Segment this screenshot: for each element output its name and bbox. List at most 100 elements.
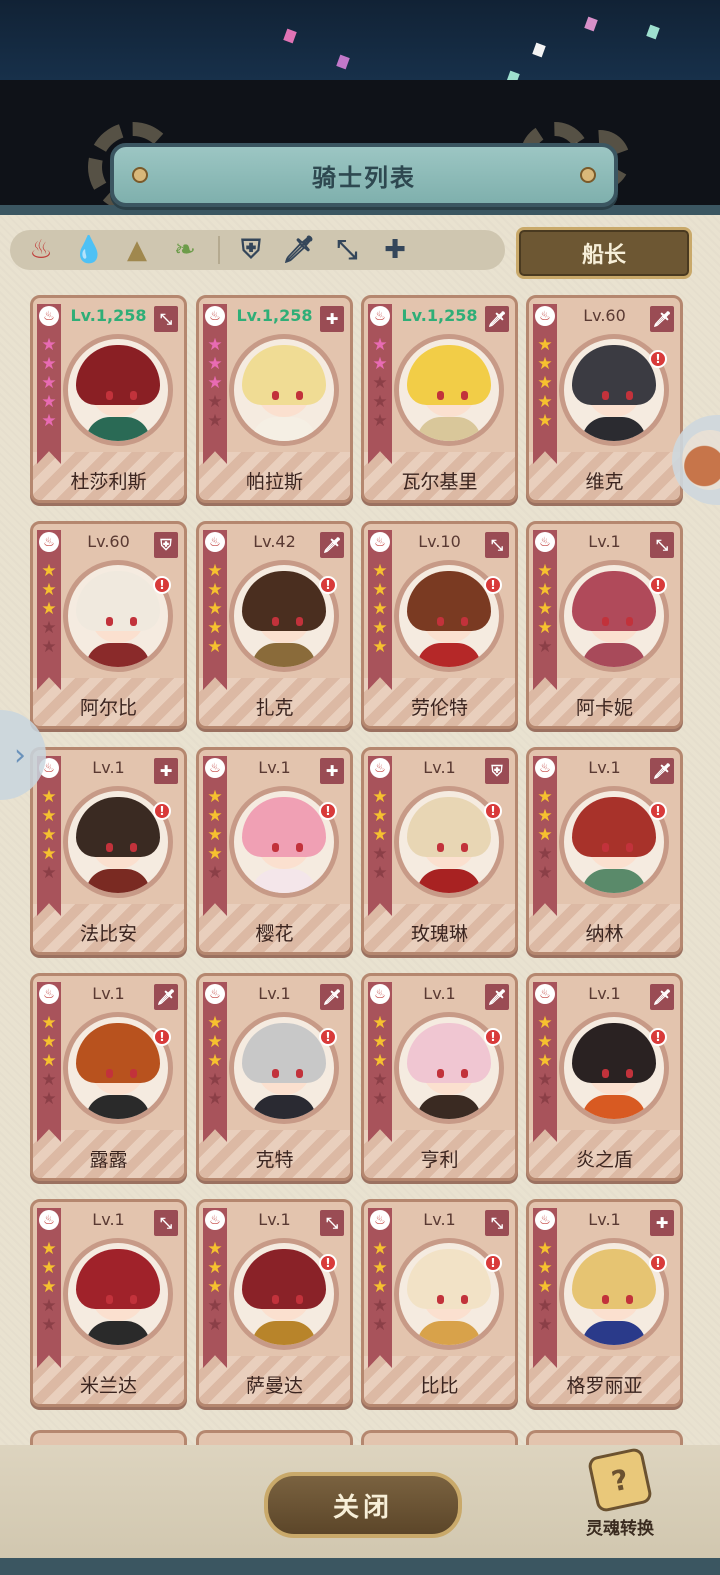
water-element-icon[interactable]: 💧 (72, 233, 106, 267)
star-rating: ★ ★ ★ ★ ★ (205, 1014, 225, 1109)
tank-role-icon[interactable]: ⛨ (234, 233, 268, 267)
notification-badge-icon: ! (649, 802, 667, 820)
knight-card[interactable]: ♨ ★ ★ ★ ★ ★ Lv.1 🗡! 亨利 (361, 973, 518, 1181)
knight-card[interactable]: ♨ ★ ★ ★ ★ ★ Lv.60 ⛨! 阿尔比 (30, 521, 187, 729)
portrait-eye (602, 391, 609, 400)
notification-badge-icon: ! (319, 802, 337, 820)
filter-divider (218, 236, 220, 264)
close-button[interactable]: 关闭 (264, 1472, 462, 1538)
role-icon: ✚ (154, 758, 178, 784)
notification-badge-icon: ! (153, 802, 171, 820)
star-icon: ★ (207, 335, 223, 355)
star-icon: ★ (41, 354, 57, 374)
knight-card[interactable]: ♨ ★ ★ ★ ★ ★ Lv.1 ⤡! 阿卡妮 (526, 521, 683, 729)
knight-card[interactable]: ♨ ★ ★ ★ ★ ★ Lv.1,258 ⤡ 杜莎利斯 (30, 295, 187, 503)
star-icon: ★ (207, 411, 223, 431)
portrait-eye (437, 391, 444, 400)
earth-element-icon[interactable]: ▲ (120, 233, 154, 267)
portrait-body (417, 417, 481, 441)
knight-card[interactable]: ♨ ★ ★ ★ ★ ★ Lv.1 ✚! 法比安 (30, 747, 187, 955)
portrait-body (252, 1095, 316, 1119)
knight-name: 比比 (420, 1375, 459, 1397)
knight-card[interactable]: ♨ ★ ★ ★ ★ ★ Lv.10 ⤡! 劳伦特 (361, 521, 518, 729)
knight-card[interactable]: ♨ ★ ★ ★ ★ ★ Lv.1 ⤡! 比比 (361, 1199, 518, 1407)
role-icon: 🗡 (485, 306, 509, 332)
star-icon: ★ (537, 561, 553, 581)
portrait-hair (407, 1249, 491, 1309)
knight-card[interactable]: ♨ ★ ★ ★ ★ ★ Lv.1,258 🗡 瓦尔基里 (361, 295, 518, 503)
knight-card[interactable]: ♨ ★ ★ ★ ★ ★ Lv.1 ⤡! 萨曼达 (196, 1199, 353, 1407)
star-icon: ★ (41, 1277, 57, 1297)
fire-element-icon[interactable]: ♨ (24, 233, 58, 267)
fire-element-icon: ♨ (205, 532, 225, 552)
portrait-eye (602, 617, 609, 626)
knight-card[interactable]: ♨ ★ ★ ★ ★ ★ Lv.1 ✚! 樱花 (196, 747, 353, 955)
knight-card[interactable]: ♨ ★ ★ ★ ★ ★ Lv.1 🗡! 克特 (196, 973, 353, 1181)
knight-card[interactable]: ♨ ★ ★ ★ ★ ★ Lv.1 ✚! 格罗丽亚 (526, 1199, 683, 1407)
knight-card[interactable]: ♨ ★ ★ ★ ★ ★ Lv.1 🗡! 露露 (30, 973, 187, 1181)
portrait-eye (106, 1295, 113, 1304)
knight-name: 玫瑰琳 (410, 923, 468, 945)
knight-card-partial[interactable] (30, 1430, 187, 1446)
portrait-hair (572, 1023, 656, 1083)
star-icon: ★ (207, 1258, 223, 1278)
knight-level: Lv.1 (588, 532, 621, 551)
knight-level: Lv.1 (423, 1210, 456, 1229)
star-icon: ★ (41, 618, 57, 638)
knight-name: 米兰达 (79, 1375, 137, 1397)
star-icon: ★ (537, 806, 553, 826)
knight-card[interactable]: ♨ ★ ★ ★ ★ ★ Lv.1 🗡! 炎之盾 (526, 973, 683, 1181)
star-icon: ★ (537, 1315, 553, 1335)
star-icon: ★ (207, 354, 223, 374)
portrait-body (252, 643, 316, 667)
knight-name: 法比安 (79, 923, 137, 945)
knight-portrait (229, 334, 339, 446)
portrait-eye (296, 1295, 303, 1304)
star-icon: ★ (207, 637, 223, 657)
fire-element-icon: ♨ (205, 306, 225, 326)
portrait-hair (242, 571, 326, 631)
star-icon: ★ (41, 561, 57, 581)
fire-element-icon: ♨ (370, 532, 390, 552)
knight-card[interactable]: ♨ ★ ★ ★ ★ ★ Lv.1,258 ✚ 帕拉斯 (196, 295, 353, 503)
knight-card[interactable]: ♨ ★ ★ ★ ★ ★ Lv.1 🗡! 纳林 (526, 747, 683, 955)
star-icon: ★ (537, 1032, 553, 1052)
portrait-eye (437, 1069, 444, 1078)
star-icon: ★ (372, 844, 388, 864)
warrior-role-icon[interactable]: 🗡 (282, 233, 316, 267)
knight-card[interactable]: ♨ ★ ★ ★ ★ ★ Lv.1 ⤡ 米兰达 (30, 1199, 187, 1407)
notification-badge-icon: ! (484, 576, 502, 594)
knight-card-partial[interactable] (361, 1430, 518, 1446)
fire-element-icon: ♨ (370, 984, 390, 1004)
knight-card[interactable]: ♨ ★ ★ ★ ★ ★ Lv.42 🗡! 扎克 (196, 521, 353, 729)
knight-card[interactable]: ♨ ★ ★ ★ ★ ★ Lv.60 🗡! 维克 (526, 295, 683, 503)
star-icon: ★ (372, 1051, 388, 1071)
knight-card-partial[interactable] (526, 1430, 683, 1446)
knight-name: 杜莎利斯 (70, 471, 147, 493)
knight-level: Lv.1 (92, 758, 125, 777)
portrait-hair (76, 1249, 160, 1309)
fire-element-icon: ♨ (535, 758, 555, 778)
archer-role-icon[interactable]: ⤡ (330, 233, 364, 267)
soul-convert-button[interactable]: ? 灵魂转换 (574, 1446, 666, 1542)
wind-element-icon[interactable]: ❧ (168, 233, 202, 267)
star-icon: ★ (372, 1013, 388, 1033)
star-icon: ★ (372, 787, 388, 807)
star-icon: ★ (41, 1089, 57, 1109)
knight-name: 萨曼达 (245, 1375, 303, 1397)
star-icon: ★ (41, 411, 57, 431)
star-icon: ★ (537, 825, 553, 845)
healer-role-icon[interactable]: ✚ (378, 233, 412, 267)
star-icon: ★ (372, 335, 388, 355)
star-icon: ★ (372, 1239, 388, 1259)
star-icon: ★ (207, 1032, 223, 1052)
captain-button[interactable]: 船长 (516, 227, 692, 279)
star-icon: ★ (41, 1070, 57, 1090)
star-icon: ★ (207, 1013, 223, 1033)
portrait-eye (130, 617, 137, 626)
portrait-hair (76, 797, 160, 857)
knight-portrait (63, 334, 173, 446)
knight-card[interactable]: ♨ ★ ★ ★ ★ ★ Lv.1 ⛨! 玫瑰琳 (361, 747, 518, 955)
confetti (283, 28, 297, 44)
knight-card-partial[interactable] (196, 1430, 353, 1446)
